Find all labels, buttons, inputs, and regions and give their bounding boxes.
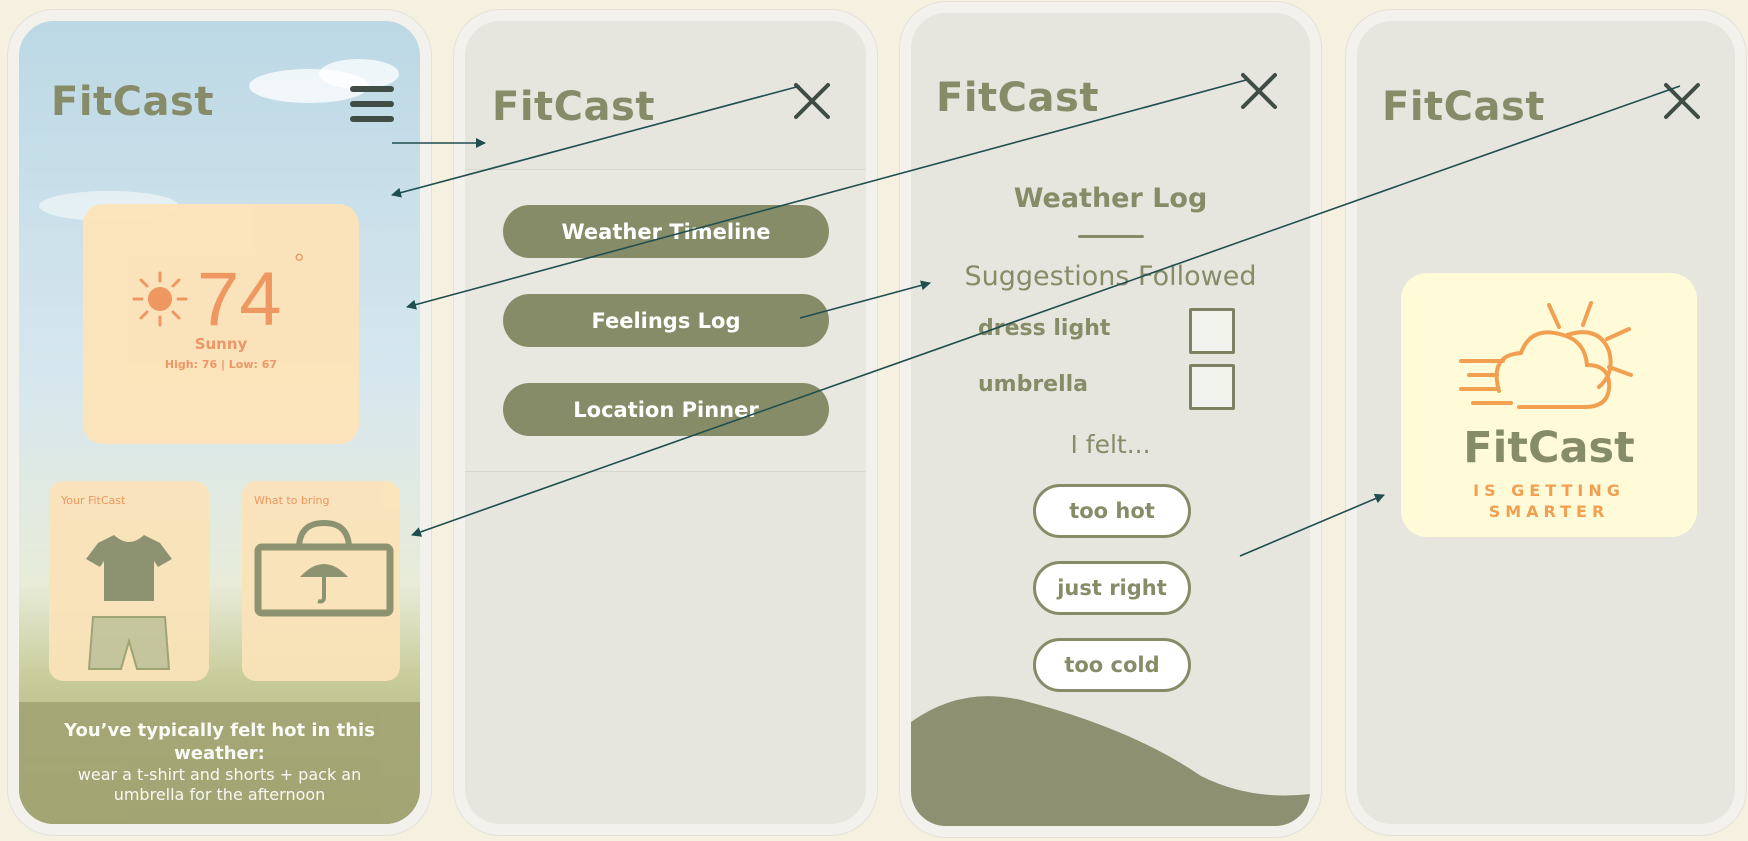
bring-card[interactable]: What to bring [242,481,400,681]
bring-card-label: What to bring [254,494,330,507]
option-just-right[interactable]: just right [1033,561,1191,615]
wave-decoration [911,696,1310,826]
suggestion-label-dress-light: dress light [978,316,1111,341]
checkbox-dress-light[interactable] [1189,308,1235,354]
menu-item-location-pinner[interactable]: Location Pinner [503,383,829,436]
weather-condition: Sunny [194,335,248,353]
suggestion-label-umbrella: umbrella [978,372,1089,397]
splash-screen: FitCast FitCast IS GETTING SMARTER [1346,10,1746,835]
splash-brand: FitCast [1463,423,1635,473]
suggestions-heading: Suggestions Followed [964,261,1257,292]
log-title: Weather Log [1013,183,1208,214]
menu-icon[interactable] [349,83,395,125]
splash-tagline-line1: IS GETTING [1473,481,1625,500]
splash-logo-card: FitCast IS GETTING SMARTER [1401,273,1697,537]
weather-log-screen: FitCast Weather Log Suggestions Followed… [900,2,1321,837]
weather-card[interactable]: 74 ° Sunny High: 76 | Low: 67 [83,204,359,444]
suggestion-headline: You’ve typically felt hot in this weathe… [64,720,375,764]
app-brand: FitCast [1382,84,1545,130]
close-icon[interactable] [1239,71,1279,115]
shorts-icon [87,615,171,677]
splash-tagline-line2: SMARTER [1488,502,1610,521]
title-divider [1078,235,1144,238]
high-low-temperature: High: 76 | Low: 67 [164,358,278,371]
suggestion-banner: You’ve typically felt hot in this weathe… [19,702,420,824]
app-brand: FitCast [936,75,1099,121]
app-brand: FitCast [492,84,655,130]
temperature-value: 74 [197,257,282,342]
navigation-menu: Weather Timeline Feelings Log Location P… [465,169,866,472]
option-too-hot[interactable]: too hot [1033,484,1191,538]
menu-screen: FitCast Weather Timeline Feelings Log Lo… [454,10,877,835]
felt-prompt: I felt... [1070,430,1151,459]
home-screen: FitCast 74 ° Sunny High: 76 | Low: 67 Yo… [8,10,431,835]
close-icon[interactable] [792,81,832,125]
degree-symbol: ° [294,248,305,278]
outfit-card[interactable]: Your FitCast [49,481,209,681]
menu-item-feelings-log[interactable]: Feelings Log [503,294,829,347]
bag-umbrella-icon [254,519,394,623]
checkbox-umbrella[interactable] [1189,364,1235,410]
sun-icon [131,270,189,332]
cloud-sun-wind-icon [1459,295,1639,429]
outfit-card-label: Your FitCast [61,494,126,507]
tshirt-icon [84,531,174,607]
close-icon[interactable] [1662,81,1702,125]
option-too-cold[interactable]: too cold [1033,638,1191,692]
app-brand: FitCast [51,79,214,125]
menu-item-weather-timeline[interactable]: Weather Timeline [503,205,829,258]
suggestion-body: wear a t-shirt and shorts + pack an umbr… [77,765,362,804]
